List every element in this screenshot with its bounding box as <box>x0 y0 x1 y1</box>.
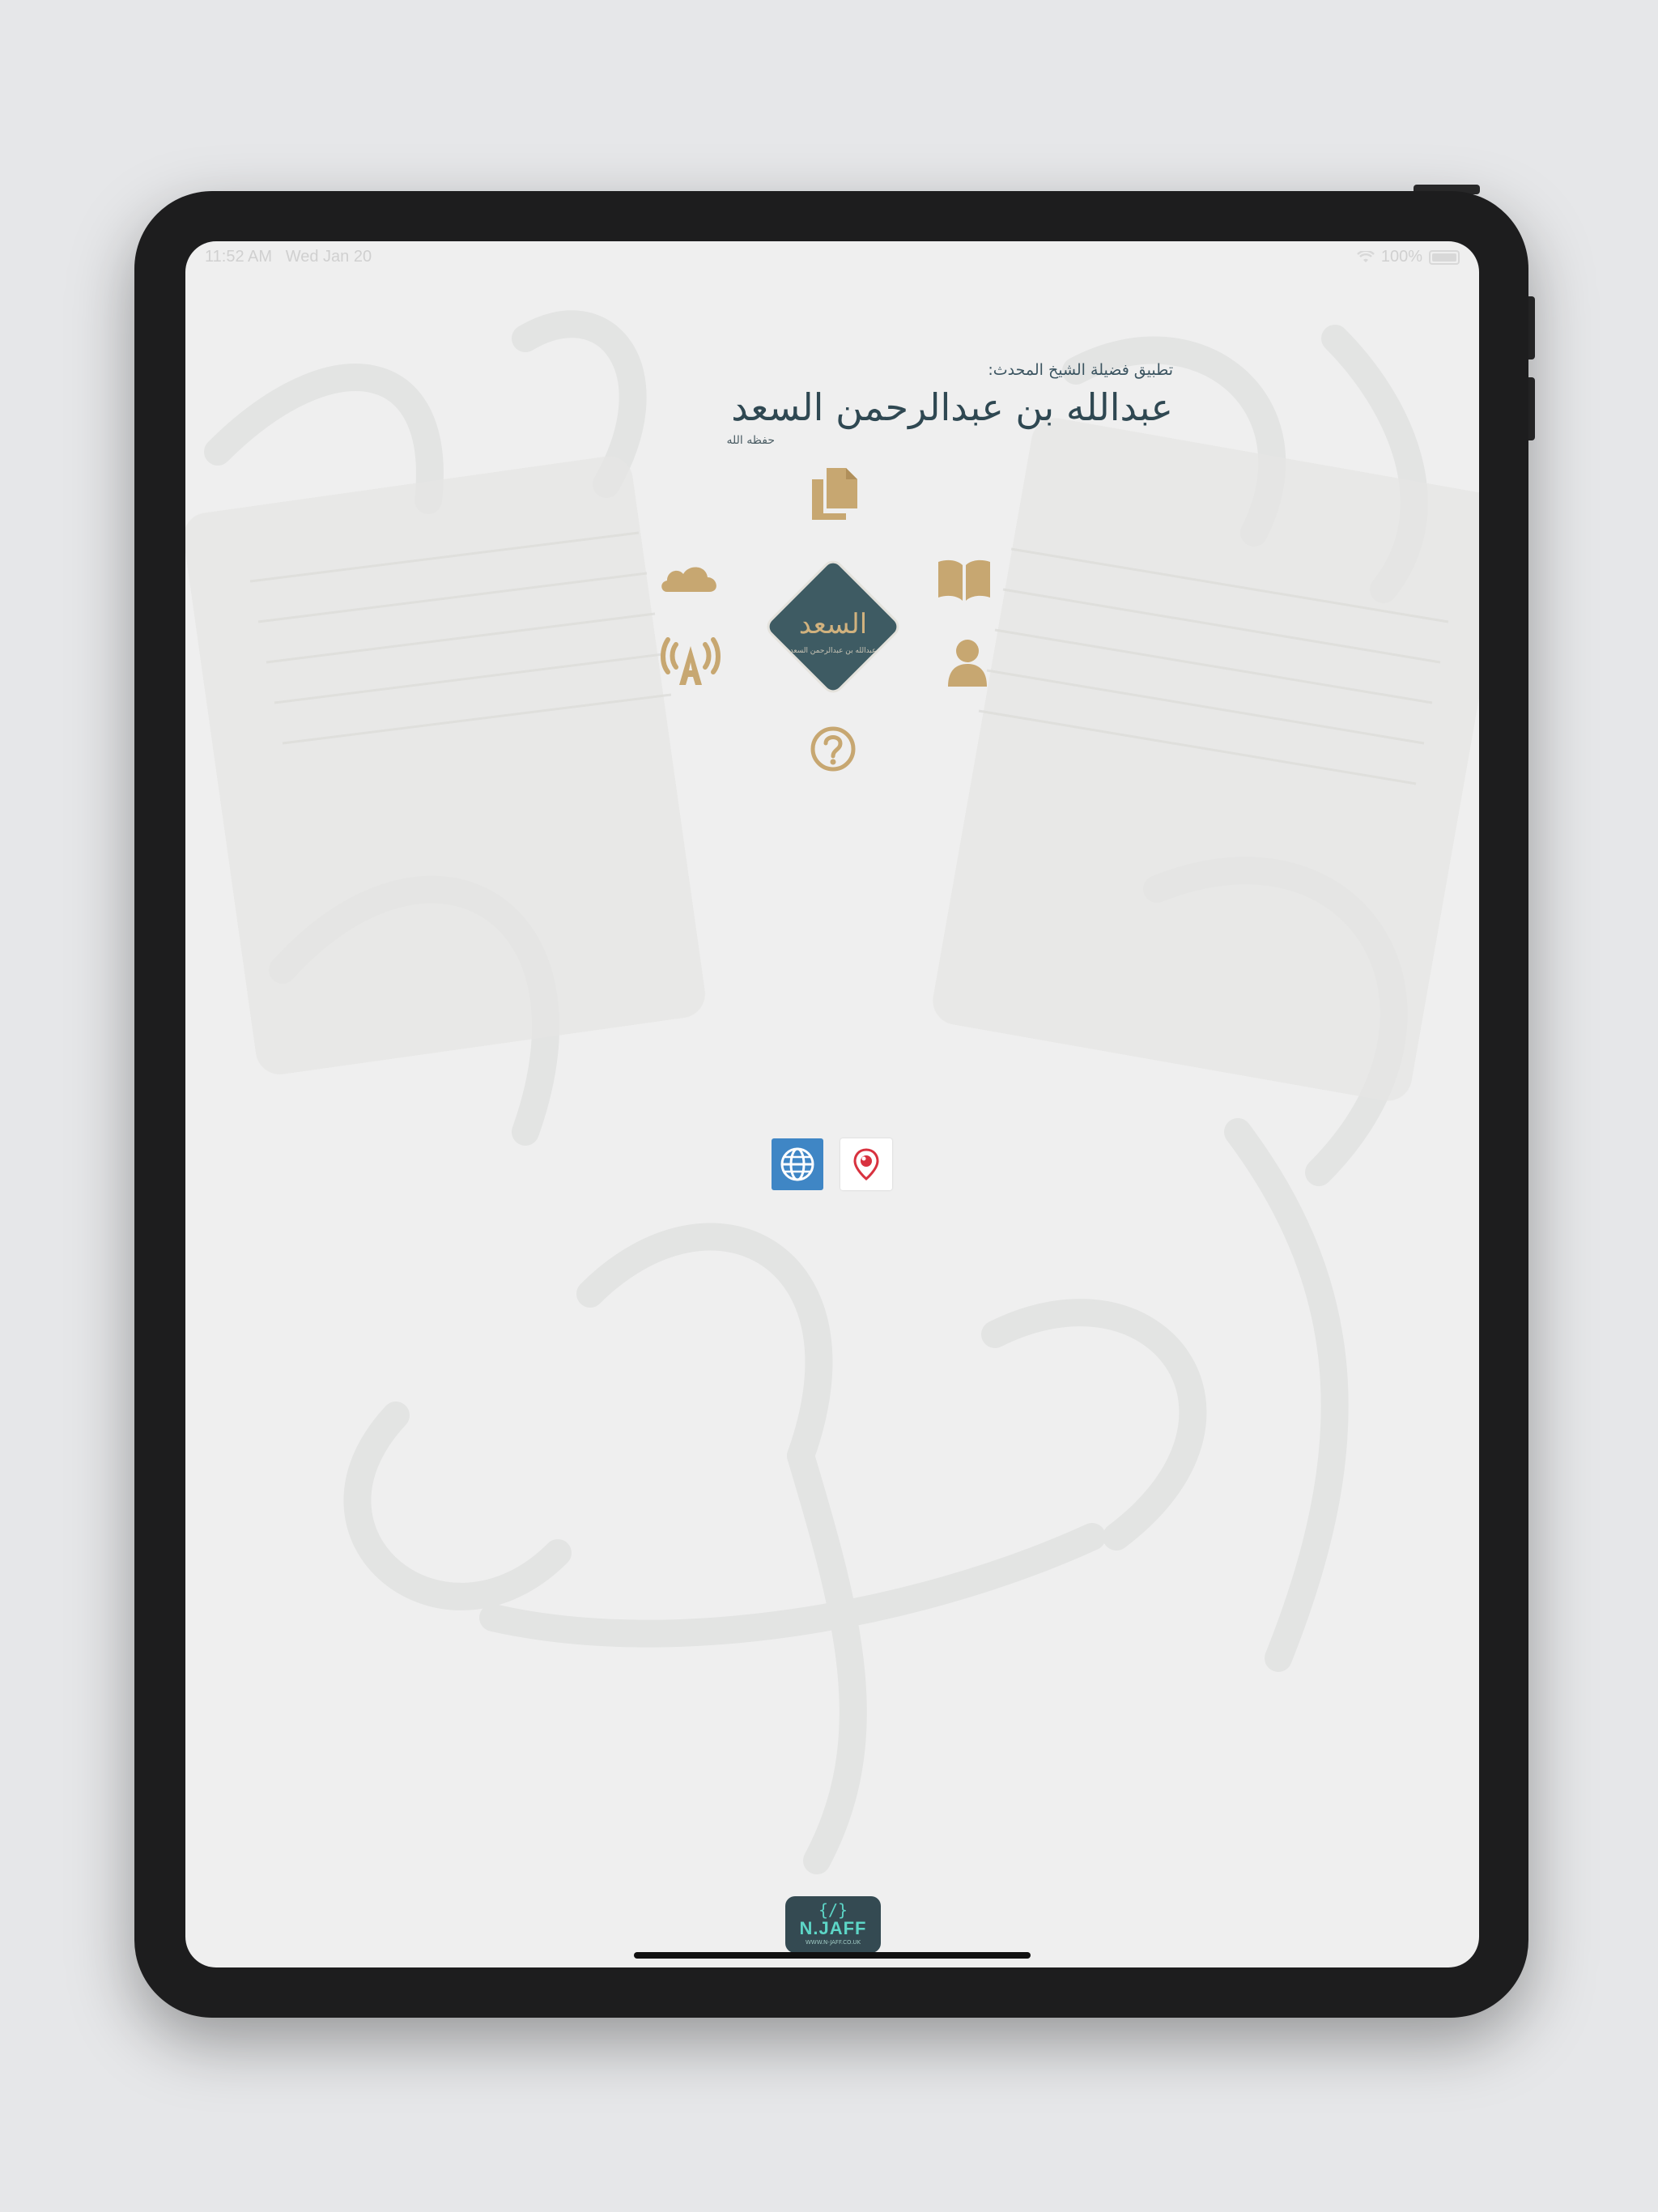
status-right: 100% <box>1356 248 1460 266</box>
battery-icon <box>1429 249 1460 265</box>
globe-icon <box>780 1147 814 1181</box>
periscope-link-button[interactable] <box>840 1138 892 1190</box>
book-icon[interactable] <box>937 557 992 602</box>
app-subtitle: تطبيق فضيلة الشيخ المحدث: <box>988 361 1173 379</box>
status-date: Wed Jan 20 <box>285 248 372 266</box>
person-icon[interactable] <box>946 638 988 688</box>
help-icon[interactable] <box>810 725 857 772</box>
developer-url: WWW.N-JAFF.CO.UK <box>805 1939 861 1946</box>
website-link-button[interactable] <box>772 1138 823 1190</box>
developer-brand: N.JAFF <box>799 1918 867 1938</box>
battery-percent: 100% <box>1380 248 1422 266</box>
app-screen: 11:52 AM Wed Jan 20 100% تطبيق فضيلة الش… <box>185 241 1479 1967</box>
center-logo[interactable]: السعد عبدالله بن عبدالرحمن السعد <box>749 542 917 711</box>
logo-title: السعد <box>799 608 867 640</box>
sheikh-name: عبدالله بن عبدالرحمن السعد <box>731 385 1174 429</box>
wifi-icon <box>1356 250 1375 262</box>
status-time: 11:52 AM <box>205 248 273 266</box>
developer-code-icon: {/} <box>818 1900 848 1920</box>
developer-badge[interactable]: {/} N.JAFF WWW.N-JAFF.CO.UK <box>785 1896 881 1953</box>
cloud-icon[interactable] <box>659 563 721 595</box>
logo-subtitle: عبدالله بن عبدالرحمن السعد <box>790 647 877 655</box>
documents-icon[interactable] <box>810 466 859 521</box>
status-bar: 11:52 AM Wed Jan 20 100% <box>205 248 1460 275</box>
periscope-icon <box>853 1148 879 1180</box>
home-indicator[interactable] <box>634 1952 1031 1959</box>
status-time-date: 11:52 AM Wed Jan 20 <box>205 248 372 266</box>
sheikh-honorific: حفظه الله <box>726 434 775 447</box>
broadcast-icon[interactable] <box>660 635 721 687</box>
